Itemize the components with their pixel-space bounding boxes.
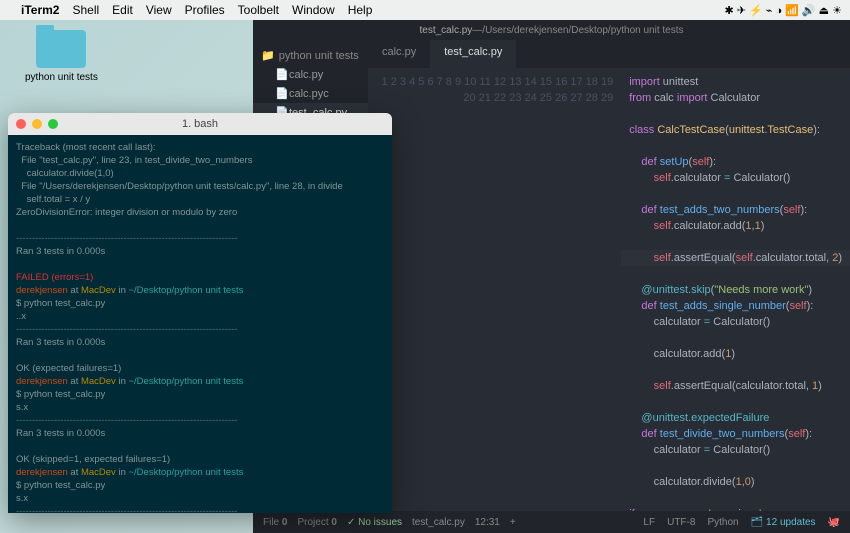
- status-file[interactable]: File 0: [263, 517, 287, 528]
- status-lf[interactable]: LF: [643, 517, 655, 528]
- menu-profiles[interactable]: Profiles: [185, 3, 225, 17]
- code-editor[interactable]: 1 2 3 4 5 6 7 8 9 10 11 12 13 14 15 16 1…: [368, 68, 850, 511]
- status-language[interactable]: Python: [707, 517, 738, 528]
- file-tree-item[interactable]: 📄calc.py: [253, 65, 368, 84]
- status-cursor-pos[interactable]: 12:31: [475, 517, 500, 528]
- terminal-window: 1. bash Traceback (most recent call last…: [8, 113, 392, 513]
- file-icon: 📄: [275, 87, 285, 100]
- status-encoding[interactable]: UTF-8: [667, 517, 695, 528]
- editor-title-file: test_calc.py: [419, 25, 472, 36]
- terminal-title: 1. bash: [8, 118, 392, 131]
- status-issues[interactable]: ✓ No issues: [347, 517, 402, 528]
- menu-toolbelt[interactable]: Toolbelt: [238, 3, 279, 17]
- macos-menubar: iTerm2 Shell Edit View Profiles Toolbelt Wind…: [0, 0, 850, 20]
- menu-window[interactable]: Window: [292, 3, 335, 17]
- menu-view[interactable]: View: [146, 3, 172, 17]
- status-project[interactable]: Project 0: [297, 517, 336, 528]
- octocat-icon[interactable]: 🐙: [828, 517, 840, 528]
- menubar-status-icons: ✱ ✈ ⚡ ⌁ ◑ 📶 🔊 ⏏ ☀: [725, 4, 843, 17]
- status-add-icon[interactable]: +: [510, 517, 516, 528]
- code-content[interactable]: import unittest from calc import Calcula…: [621, 68, 850, 511]
- project-root[interactable]: 📁 python unit tests: [253, 46, 368, 65]
- status-filename: test_calc.py: [412, 517, 465, 528]
- file-tree-item[interactable]: 📄calc.pyc: [253, 84, 368, 103]
- folder-icon: 📁: [261, 49, 275, 62]
- terminal-titlebar[interactable]: 1. bash: [8, 113, 392, 135]
- app-name[interactable]: iTerm2: [21, 3, 59, 17]
- line-gutter: 1 2 3 4 5 6 7 8 9 10 11 12 13 14 15 16 1…: [368, 68, 621, 511]
- editor-titlebar: test_calc.py — /Users/derekjensen/Deskto…: [253, 20, 850, 40]
- folder-icon: [36, 30, 86, 68]
- editor-title-path: /Users/derekjensen/Desktop/python unit t…: [482, 25, 683, 36]
- desktop-folder[interactable]: python unit tests: [25, 30, 98, 83]
- editor-statusbar: File 0 Project 0 ✓ No issues test_calc.p…: [253, 511, 850, 533]
- desktop-folder-label: python unit tests: [25, 72, 98, 83]
- menu-shell[interactable]: Shell: [72, 3, 99, 17]
- terminal-output[interactable]: Traceback (most recent call last): File …: [8, 135, 392, 513]
- editor-tabs: calc.pytest_calc.py: [368, 40, 850, 68]
- menu-help[interactable]: Help: [348, 3, 373, 17]
- menu-edit[interactable]: Edit: [112, 3, 133, 17]
- file-icon: 📄: [275, 68, 285, 81]
- status-updates[interactable]: 🗂 12 updates: [751, 517, 816, 528]
- tab-test_calc-py[interactable]: test_calc.py: [430, 40, 516, 68]
- tab-calc-py[interactable]: calc.py: [368, 40, 430, 68]
